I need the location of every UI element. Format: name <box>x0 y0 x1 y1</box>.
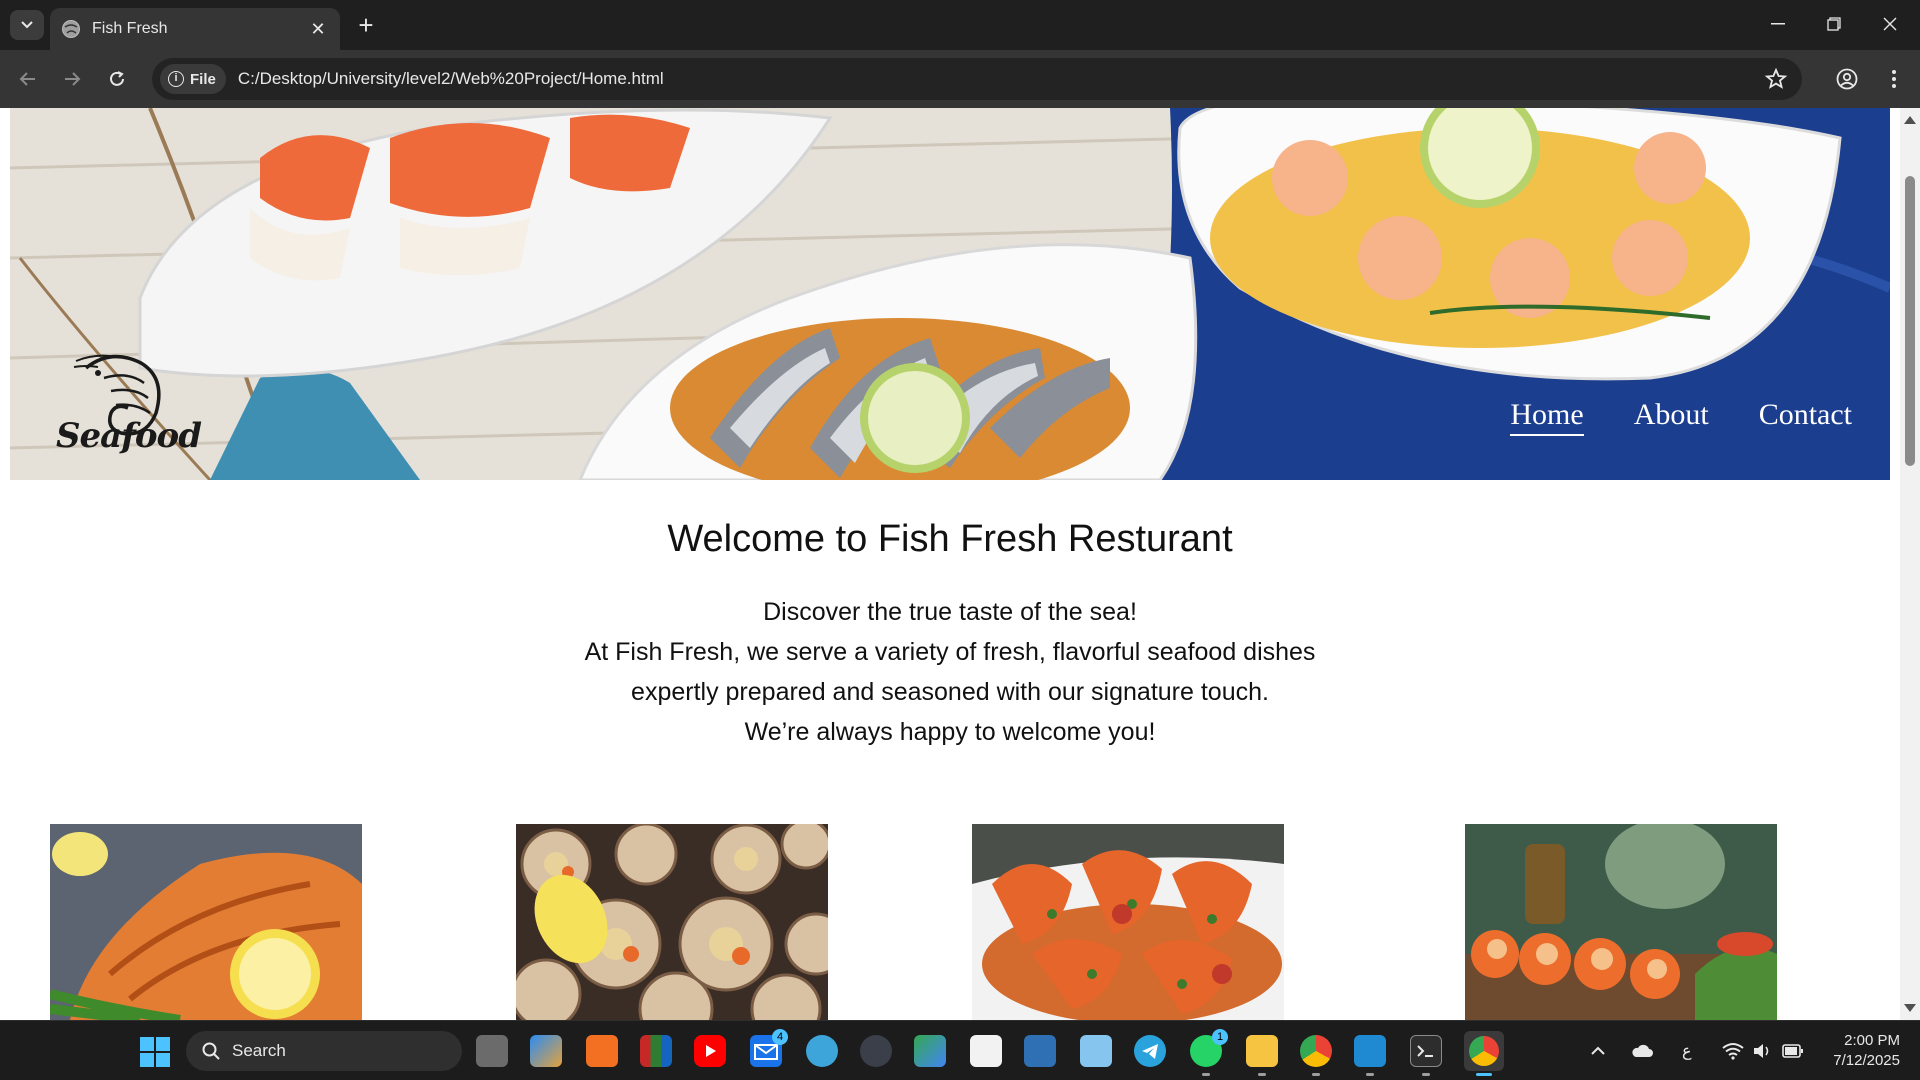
arrow-right-icon <box>65 72 81 86</box>
screen: Fish Fresh ✕ + i File C:/Desktop/Univers… <box>0 0 1920 1080</box>
dish-image-salmon <box>50 824 362 1020</box>
taskbar-search-label: Search <box>232 1041 286 1060</box>
close-icon <box>1883 17 1897 31</box>
chrome-active-indicator <box>1476 1073 1492 1076</box>
site-info-label: File <box>190 70 216 88</box>
battery-icon[interactable] <box>1782 1021 1804 1080</box>
intro-paragraph: Discover the true taste of the sea! At F… <box>0 592 1900 752</box>
profile-icon <box>1836 68 1858 90</box>
chrome-active-icon <box>1469 1036 1499 1066</box>
task-view-icon[interactable] <box>476 1035 508 1067</box>
paint-icon[interactable] <box>806 1035 838 1067</box>
windows-taskbar: Search 4 1 ع 2:00 PM 7/12/2025 <box>0 1020 1920 1080</box>
intro-line: At Fish Fresh, we serve a variety of fre… <box>584 638 1316 666</box>
copilot-icon[interactable] <box>530 1035 562 1067</box>
settings-gear-icon[interactable] <box>860 1035 892 1067</box>
intro-line: expertly prepared and seasoned with our … <box>631 678 1269 706</box>
onedrive-cloud-icon[interactable] <box>1630 1021 1654 1080</box>
scroll-up-arrow-icon[interactable] <box>1904 116 1916 124</box>
bookmark-star-icon[interactable] <box>1764 67 1788 91</box>
forward-button[interactable] <box>56 63 88 95</box>
winrar-icon[interactable] <box>640 1035 672 1067</box>
taskbar-clock[interactable]: 2:00 PM 7/12/2025 <box>1810 1031 1900 1071</box>
file-explorer-icon[interactable] <box>1246 1035 1278 1067</box>
youtube-icon[interactable] <box>694 1035 726 1067</box>
telegram-icon[interactable] <box>1134 1035 1166 1067</box>
xampp-icon[interactable] <box>586 1035 618 1067</box>
browser-tab-active[interactable]: Fish Fresh ✕ <box>50 8 340 50</box>
cube-app-icon[interactable] <box>1080 1035 1112 1067</box>
windows-start-icon[interactable] <box>140 1037 170 1067</box>
chrome-active-tile[interactable] <box>1464 1031 1504 1071</box>
more-vert-icon <box>1892 70 1896 88</box>
tab-search-button[interactable] <box>10 10 44 40</box>
reload-button[interactable] <box>101 63 133 95</box>
profile-button[interactable] <box>1831 63 1863 95</box>
notepad-icon[interactable] <box>970 1035 1002 1067</box>
address-bar[interactable]: i File C:/Desktop/University/level2/Web%… <box>152 58 1802 100</box>
vscode-icon[interactable] <box>1354 1035 1386 1067</box>
mail-icon[interactable]: 4 <box>750 1029 788 1067</box>
page-scrollbar[interactable] <box>1900 108 1920 1020</box>
explorer-running-indicator <box>1258 1073 1266 1076</box>
scroll-thumb[interactable] <box>1905 176 1915 466</box>
chrome-icon[interactable] <box>1300 1035 1332 1067</box>
clock-time: 2:00 PM <box>1844 1032 1900 1049</box>
nav-home-link[interactable]: Home <box>1510 398 1584 436</box>
chevron-down-icon <box>21 21 33 29</box>
minimize-icon <box>1771 23 1785 25</box>
whatsapp-icon[interactable]: 1 <box>1190 1029 1228 1067</box>
welcome-heading: Welcome to Fish Fresh Resturant <box>667 518 1233 560</box>
terminal-running-indicator <box>1422 1073 1430 1076</box>
dish-image-grilled-shrimp <box>972 824 1284 1020</box>
taskbar-search-box[interactable]: Search <box>186 1031 462 1071</box>
new-tab-button[interactable]: + <box>352 12 380 40</box>
dish-image-shrimp-skewers <box>1465 824 1777 1020</box>
main-nav: Home About Contact <box>1510 398 1852 436</box>
whatsapp-badge: 1 <box>1212 1029 1228 1045</box>
restore-button[interactable] <box>1806 0 1862 48</box>
url-text[interactable]: C:/Desktop/University/level2/Web%20Proje… <box>238 69 664 89</box>
intro-line: Discover the true taste of the sea! <box>763 598 1137 626</box>
browser-menu-button[interactable] <box>1878 63 1910 95</box>
close-window-button[interactable] <box>1862 0 1918 48</box>
tray-overflow-chevron-icon[interactable] <box>1590 1021 1606 1080</box>
nav-contact-link[interactable]: Contact <box>1759 398 1852 436</box>
back-button[interactable] <box>12 63 44 95</box>
vscode-running-indicator <box>1366 1073 1374 1076</box>
browser-tabstrip: Fish Fresh ✕ + <box>0 0 1920 50</box>
minimize-button[interactable] <box>1750 0 1806 48</box>
arrow-left-icon <box>19 72 35 86</box>
volume-icon[interactable] <box>1752 1021 1772 1080</box>
restore-icon <box>1827 17 1841 31</box>
logo-text: Seafood <box>56 416 202 456</box>
virtualbox-icon[interactable] <box>1024 1035 1056 1067</box>
wifi-icon[interactable] <box>1722 1021 1744 1080</box>
whatsapp-running-indicator <box>1202 1073 1210 1076</box>
intro-line: We’re always happy to welcome you! <box>744 718 1156 746</box>
scroll-down-arrow-icon[interactable] <box>1904 1004 1916 1012</box>
tab-title: Fish Fresh <box>92 20 168 37</box>
dish-image-scallops <box>516 824 828 1020</box>
search-icon <box>202 1042 220 1060</box>
close-tab-icon[interactable]: ✕ <box>308 19 328 39</box>
site-info-chip[interactable]: i File <box>160 64 226 94</box>
hero-banner: Seafood Home About Contact <box>10 108 1890 480</box>
browser-toolbar: i File C:/Desktop/University/level2/Web%… <box>0 50 1920 108</box>
info-icon: i <box>168 71 184 87</box>
reload-icon <box>110 71 124 86</box>
chrome-running-indicator <box>1312 1073 1320 1076</box>
mail-badge: 4 <box>772 1029 788 1045</box>
clock-date: 7/12/2025 <box>1833 1052 1900 1069</box>
terminal-icon[interactable] <box>1410 1035 1442 1067</box>
globe-icon <box>62 20 80 38</box>
keyboard-language-indicator[interactable]: ع <box>1682 1021 1692 1080</box>
nav-about-link[interactable]: About <box>1634 398 1709 436</box>
edge-icon[interactable] <box>914 1035 946 1067</box>
page-viewport: Seafood Home About Contact Welcome to Fi… <box>0 108 1920 1020</box>
